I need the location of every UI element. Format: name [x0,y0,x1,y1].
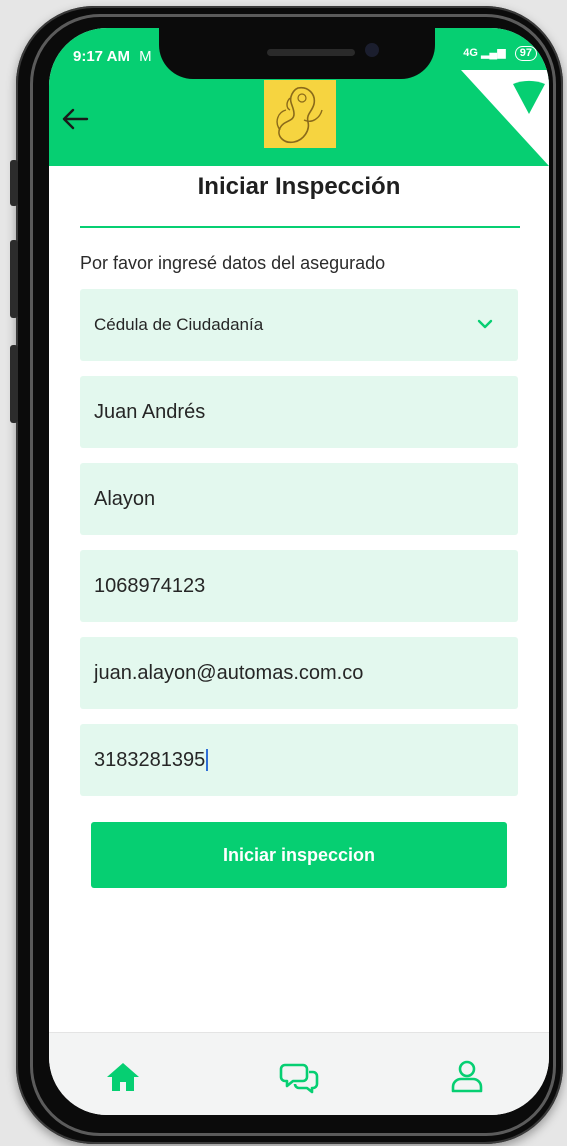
mother-child-logo-icon [264,80,336,148]
email-value: juan.alayon@automas.com.co [94,661,364,684]
phone-value: 3183281395 [94,748,206,771]
mail-icon: M [139,48,152,65]
app-header: 9:17 AM M 4G ▂▄▆ 97 [49,28,549,166]
title-divider [80,226,520,228]
document-number-field[interactable]: 1068974123 [80,550,518,622]
document-number-value: 1068974123 [94,574,206,597]
form-instructions: Por favor ingresé datos del asegurado [80,253,386,273]
side-button-volume-down [10,345,18,423]
camera-icon [365,43,379,57]
document-type-select[interactable]: Cédula de Ciudadanía [80,289,518,361]
status-time: 9:17 AM M [73,48,152,65]
user-icon[interactable] [447,1057,487,1097]
document-type-value: Cédula de Ciudadanía [94,315,264,334]
home-icon[interactable] [103,1057,143,1097]
battery-icon: 97 [514,46,537,61]
side-button-mute [10,160,18,206]
page-title: Iniciar Inspección [197,173,401,200]
chevron-down-icon [477,319,493,329]
notch [159,28,435,79]
screen: 9:17 AM M 4G ▂▄▆ 97 Iniciar Inspección P… [49,28,549,1115]
text-caret [206,749,209,771]
phone-field[interactable]: 3183281395 [80,724,518,796]
side-button-volume-up [10,240,18,318]
start-inspection-button[interactable]: Iniciar inspeccion [91,822,507,888]
speaker-slot [267,49,355,56]
last-name-field[interactable]: Alayon [80,463,518,535]
first-name-field[interactable]: Juan Andrés [80,376,518,448]
signal-icon: ▂▄▆ [480,47,506,59]
wifi-corner-icon [461,70,549,166]
bottom-nav [49,1032,549,1115]
last-name-value: Alayon [94,487,156,510]
email-field[interactable]: juan.alayon@automas.com.co [80,637,518,709]
back-arrow-icon[interactable] [61,108,89,130]
network-label: 4G [463,47,478,59]
first-name-value: Juan Andrés [94,400,206,423]
status-indicators: 4G ▂▄▆ 97 [463,46,537,61]
chat-icon[interactable] [279,1057,319,1097]
